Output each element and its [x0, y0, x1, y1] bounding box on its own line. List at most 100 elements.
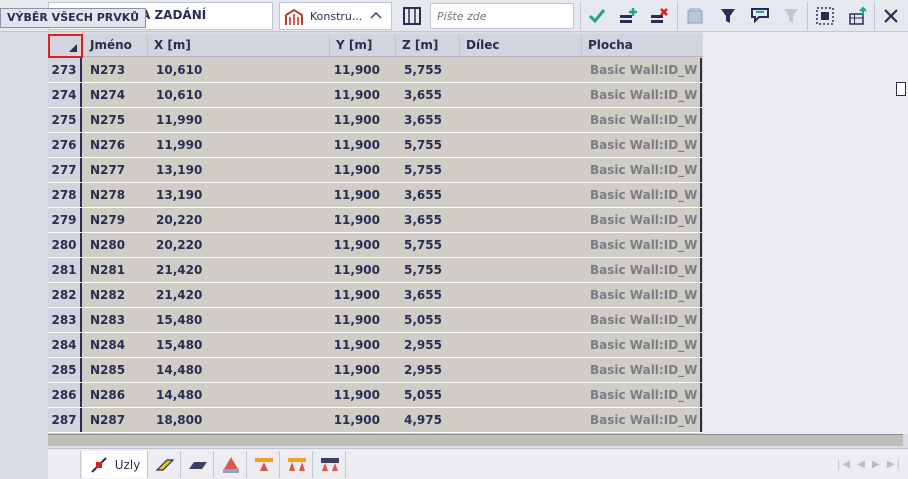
cell-x[interactable]: 21,420	[148, 258, 330, 282]
cell-name[interactable]: N275	[84, 108, 148, 132]
cell-name[interactable]: N286	[84, 383, 148, 407]
cell-dilec[interactable]	[460, 158, 580, 182]
column-header-name[interactable]: Jméno	[84, 34, 148, 57]
row-index[interactable]: 287	[48, 408, 82, 432]
cell-dilec[interactable]	[460, 408, 580, 432]
row-index[interactable]: 274	[48, 83, 82, 107]
cell-y[interactable]: 11,900	[330, 83, 380, 107]
column-header-y[interactable]: Y [m]	[330, 34, 396, 57]
cell-plocha[interactable]: Basic Wall:ID_W ...	[582, 308, 702, 332]
table-row[interactable]: 275 N275 11,990 11,900 3,655 Basic Wall:ID_W …	[48, 108, 703, 133]
filter-button[interactable]	[716, 3, 740, 29]
column-header-dilec[interactable]: Dílec	[460, 34, 582, 57]
cell-plocha[interactable]: Basic Wall:ID_W ...	[582, 408, 702, 432]
cell-name[interactable]: N284	[84, 333, 148, 357]
table-row[interactable]: 277 N277 13,190 11,900 5,755 Basic Wall:ID_W …	[48, 158, 703, 183]
cell-plocha[interactable]: Basic Wall:ID_W ...	[582, 133, 702, 157]
vertical-scrollbar-thumb[interactable]	[896, 82, 906, 96]
cell-z[interactable]: 3,655	[396, 208, 460, 232]
tab-nodes[interactable]: Uzly	[82, 451, 148, 478]
cell-z[interactable]: 3,655	[396, 83, 460, 107]
cell-plocha[interactable]: Basic Wall:ID_W ...	[582, 108, 702, 132]
cell-dilec[interactable]	[460, 308, 580, 332]
cell-x[interactable]: 10,610	[148, 83, 330, 107]
cell-x[interactable]: 14,480	[148, 358, 330, 382]
cell-plocha[interactable]: Basic Wall:ID_W ...	[582, 58, 702, 82]
close-button[interactable]	[879, 3, 903, 29]
tab-hinges[interactable]	[314, 451, 346, 478]
cell-y[interactable]: 11,900	[330, 333, 380, 357]
row-index[interactable]: 277	[48, 158, 82, 182]
row-index[interactable]: 282	[48, 283, 82, 307]
cell-z[interactable]: 5,755	[396, 158, 460, 182]
cell-name[interactable]: N279	[84, 208, 148, 232]
cell-x[interactable]: 14,480	[148, 383, 330, 407]
row-index[interactable]: 276	[48, 133, 82, 157]
table-row[interactable]: 282 N282 21,420 11,900 3,655 Basic Wall:ID_W …	[48, 283, 703, 308]
cell-x[interactable]: 13,190	[148, 183, 330, 207]
cell-y[interactable]: 11,900	[330, 408, 380, 432]
cell-name[interactable]: N274	[84, 83, 148, 107]
delete-row-button[interactable]	[647, 3, 671, 29]
cell-z[interactable]: 3,655	[396, 108, 460, 132]
table-view-button[interactable]	[400, 3, 424, 29]
cell-y[interactable]: 11,900	[330, 108, 380, 132]
row-index[interactable]: 285	[48, 358, 82, 382]
cell-plocha[interactable]: Basic Wall:ID_W ...	[582, 383, 702, 407]
row-index[interactable]: 275	[48, 108, 82, 132]
horizontal-scrollbar[interactable]	[48, 434, 903, 446]
row-index[interactable]: 279	[48, 208, 82, 232]
pager-arrows[interactable]: |◀ ◀ ▶ ▶|	[837, 459, 902, 470]
cell-plocha[interactable]: Basic Wall:ID_W ...	[582, 158, 702, 182]
select-all-button[interactable]	[813, 3, 837, 29]
table-row[interactable]: 273 N273 10,610 11,900 5,755 Basic Wall:ID_W …	[48, 58, 703, 83]
cell-dilec[interactable]	[460, 108, 580, 132]
cell-name[interactable]: N276	[84, 133, 148, 157]
table-row[interactable]: 280 N280 20,220 11,900 5,755 Basic Wall:ID_W …	[48, 233, 703, 258]
structure-dropdown[interactable]: Konstru...	[279, 2, 392, 30]
cell-plocha[interactable]: Basic Wall:ID_W ...	[582, 183, 702, 207]
tab-plates[interactable]	[182, 451, 214, 478]
row-index[interactable]: 281	[48, 258, 82, 282]
cell-z[interactable]: 5,755	[396, 258, 460, 282]
table-row[interactable]: 278 N278 13,190 11,900 3,655 Basic Wall:ID_W …	[48, 183, 703, 208]
cell-dilec[interactable]	[460, 283, 580, 307]
cell-y[interactable]: 11,900	[330, 158, 380, 182]
cell-dilec[interactable]	[460, 383, 580, 407]
cell-name[interactable]: N282	[84, 283, 148, 307]
cell-dilec[interactable]	[460, 183, 580, 207]
table-row[interactable]: 287 N287 18,800 11,900 4,975 Basic Wall:ID_W …	[48, 408, 703, 433]
table-row[interactable]: 285 N285 14,480 11,900 2,955 Basic Wall:ID_W …	[48, 358, 703, 383]
clear-filter-button[interactable]	[779, 3, 803, 29]
cell-dilec[interactable]	[460, 208, 580, 232]
table-row[interactable]: 274 N274 10,610 11,900 3,655 Basic Wall:ID_W …	[48, 83, 703, 108]
cell-dilec[interactable]	[460, 358, 580, 382]
cell-z[interactable]: 3,655	[396, 183, 460, 207]
cell-name[interactable]: N277	[84, 158, 148, 182]
tab-supports[interactable]	[215, 451, 247, 478]
cell-plocha[interactable]: Basic Wall:ID_W ...	[582, 208, 702, 232]
cell-y[interactable]: 11,900	[330, 358, 380, 382]
cell-dilec[interactable]	[460, 133, 580, 157]
add-row-button[interactable]	[616, 3, 640, 29]
tab-beams[interactable]	[149, 451, 181, 478]
search-input[interactable]	[430, 3, 574, 29]
row-index[interactable]: 278	[48, 183, 82, 207]
table-row[interactable]: 284 N284 15,480 11,900 2,955 Basic Wall:ID_W …	[48, 333, 703, 358]
cell-y[interactable]: 11,900	[330, 283, 380, 307]
cell-y[interactable]: 11,900	[330, 258, 380, 282]
cell-y[interactable]: 11,900	[330, 233, 380, 257]
cell-z[interactable]: 5,755	[396, 58, 460, 82]
cell-name[interactable]: N287	[84, 408, 148, 432]
cell-y[interactable]: 11,900	[330, 383, 380, 407]
cell-z[interactable]: 5,055	[396, 308, 460, 332]
table-row[interactable]: 276 N276 11,990 11,900 5,755 Basic Wall:ID_W …	[48, 133, 703, 158]
cell-z[interactable]: 5,055	[396, 383, 460, 407]
cell-y[interactable]: 11,900	[330, 208, 380, 232]
select-all-corner-button[interactable]	[48, 34, 83, 58]
cell-x[interactable]: 11,990	[148, 133, 330, 157]
cell-dilec[interactable]	[460, 83, 580, 107]
cell-z[interactable]: 5,755	[396, 133, 460, 157]
row-index[interactable]: 284	[48, 333, 82, 357]
cell-plocha[interactable]: Basic Wall:ID_W ...	[582, 333, 702, 357]
